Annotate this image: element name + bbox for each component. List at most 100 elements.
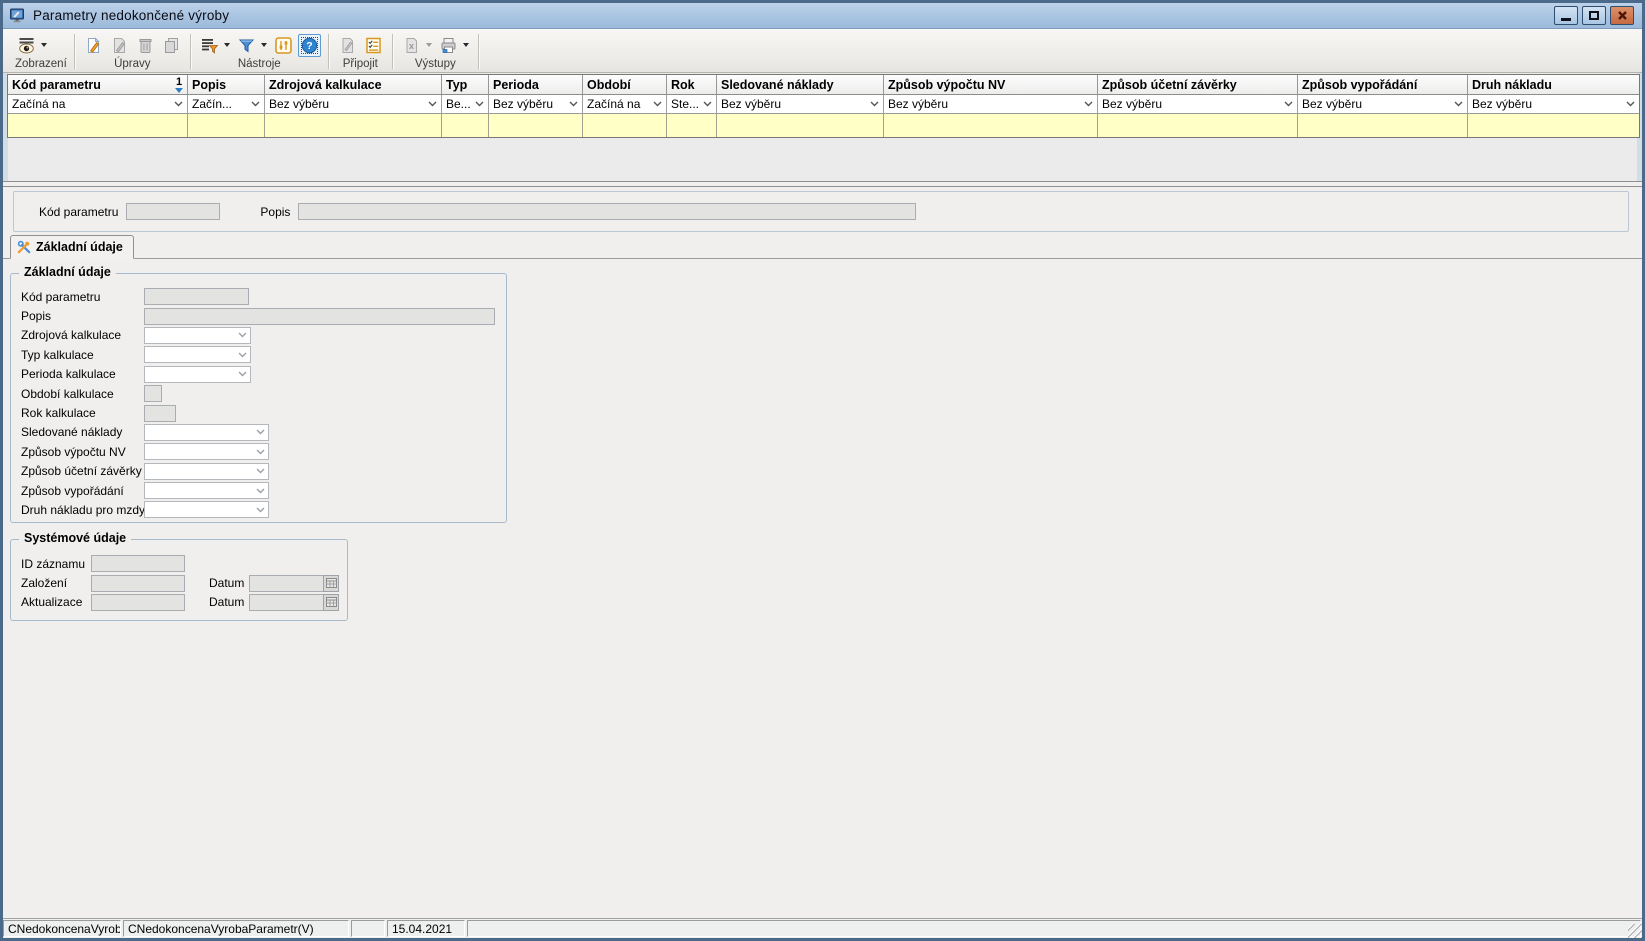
zdrojova-kalkulace-combo[interactable] (144, 327, 251, 344)
attachments-list-button[interactable] (362, 34, 385, 57)
auto-filter-dropdown-arrow-icon[interactable] (224, 43, 230, 47)
popis-header-input[interactable] (298, 203, 916, 220)
column-header-zdrojova-kalkulace[interactable]: Zdrojová kalkulace (265, 75, 442, 95)
filter-funnel-icon (238, 37, 255, 54)
rok-kalkulace-field[interactable] (144, 405, 176, 422)
perioda-kalkulace-combo[interactable] (144, 366, 251, 383)
filter-dropdown-zpusob-ucetni-zaverky[interactable]: Bez výběru (1098, 95, 1298, 114)
print-dropdown-arrow-icon[interactable] (463, 43, 469, 47)
kod-parametru-field[interactable] (144, 288, 249, 305)
column-header-typ[interactable]: Typ (442, 75, 489, 95)
popis-field[interactable] (144, 308, 495, 325)
druh-nakladu-pro-mzdy-combo[interactable] (144, 501, 269, 518)
filter-input-cell[interactable] (1098, 114, 1298, 137)
filter-dropdown-druh-nakladu[interactable]: Bez výběru (1468, 95, 1639, 114)
filter-button[interactable] (235, 34, 258, 57)
zalozeni-datum-field[interactable] (249, 575, 339, 592)
filter-input-cell[interactable] (1298, 114, 1468, 137)
column-header-obdobi[interactable]: Období (583, 75, 667, 95)
calendar-button[interactable] (323, 575, 339, 592)
export-dropdown-arrow-icon[interactable] (426, 43, 432, 47)
edit-record-button[interactable] (108, 34, 131, 57)
attach-button[interactable] (336, 34, 359, 57)
minimize-button[interactable] (1554, 6, 1578, 25)
sledovane-naklady-combo[interactable] (144, 424, 269, 441)
column-header-zpusob-vyporadani[interactable]: Způsob vypořádání (1298, 75, 1468, 95)
toolbar-group-label: Výstupy (400, 58, 471, 71)
help-icon: ? (301, 37, 318, 54)
filter-dropdown-typ[interactable]: Be... (442, 95, 489, 114)
zpusob-vyporadani-combo[interactable] (144, 482, 269, 499)
view-dropdown-arrow-icon[interactable] (41, 43, 47, 47)
close-button[interactable] (1610, 6, 1634, 25)
export-button[interactable]: x (400, 34, 423, 57)
delete-record-button[interactable] (134, 34, 157, 57)
column-header-zpusob-vypoctu-nv[interactable]: Způsob výpočtu NV (884, 75, 1098, 95)
auto-filter-button[interactable] (198, 34, 221, 57)
filter-input-cell[interactable] (583, 114, 667, 137)
column-header-kod-parametru[interactable]: Kód parametru 1 (8, 75, 188, 95)
column-header-popis[interactable]: Popis (188, 75, 265, 95)
toolbar-separator (74, 34, 75, 69)
filter-input-cell[interactable] (8, 114, 188, 137)
filter-input-cell[interactable] (667, 114, 717, 137)
filter-dropdown-rok[interactable]: Ste... (667, 95, 717, 114)
zalozeni-field[interactable] (91, 575, 185, 592)
filter-dropdown-perioda[interactable]: Bez výběru (489, 95, 583, 114)
column-header-perioda[interactable]: Perioda (489, 75, 583, 95)
filter-dropdown-arrow-icon[interactable] (261, 43, 267, 47)
statusbar: CNedokoncenaVyrobaPa CNedokoncenaVyrobaP… (3, 918, 1642, 938)
close-icon (1617, 10, 1628, 21)
print-button[interactable] (437, 34, 460, 57)
field-label: Zdrojová kalkulace (21, 328, 144, 342)
column-header-druh-nakladu[interactable]: Druh nákladu (1468, 75, 1639, 95)
attachment-list-icon (365, 37, 382, 54)
toolbar-group-label: Úpravy (82, 58, 183, 71)
aktualizace-field[interactable] (91, 594, 185, 611)
resize-grip[interactable] (1628, 924, 1642, 938)
field-label: Sledované náklady (21, 425, 144, 439)
filter-dropdown-zdrojova-kalkulace[interactable]: Bez výběru (265, 95, 442, 114)
filter-input-cell[interactable] (442, 114, 489, 137)
group-zakladni-udaje: Základní údaje Kód parametru Popis Zdroj… (10, 273, 507, 523)
id-zaznamu-field[interactable] (91, 555, 185, 572)
column-header-zpusob-ucetni-zaverky[interactable]: Způsob účetní závěrky (1098, 75, 1298, 95)
field-label: Založení (21, 576, 91, 590)
kod-parametru-header-input[interactable] (126, 203, 220, 220)
settings-button[interactable] (272, 34, 295, 57)
column-header-sledovane-naklady[interactable]: Sledované náklady (717, 75, 884, 95)
filter-dropdown-kod-parametru[interactable]: Začíná na (8, 95, 188, 114)
filter-input-cell[interactable] (265, 114, 442, 137)
view-button[interactable] (15, 34, 38, 57)
zpusob-vypoctu-nv-combo[interactable] (144, 443, 269, 460)
calendar-button[interactable] (323, 594, 339, 611)
filter-dropdown-obdobi[interactable]: Začíná na (583, 95, 667, 114)
obdobi-kalkulace-field[interactable] (144, 385, 162, 402)
tab-zakladni-udaje[interactable]: Základní údaje (10, 235, 134, 259)
copy-record-button[interactable] (160, 34, 183, 57)
zpusob-ucetni-zaverky-combo[interactable] (144, 463, 269, 480)
filter-dropdown-zpusob-vypoctu-nv[interactable]: Bez výběru (884, 95, 1098, 114)
filter-input-cell[interactable] (884, 114, 1098, 137)
filter-input-cell[interactable] (717, 114, 884, 137)
new-record-button[interactable] (82, 34, 105, 57)
aktualizace-datum-field[interactable] (249, 594, 339, 611)
filter-input-cell[interactable] (1468, 114, 1639, 137)
group-title: Systémové údaje (19, 531, 131, 545)
maximize-button[interactable] (1582, 6, 1606, 25)
filter-input-cell[interactable] (188, 114, 265, 137)
typ-kalkulace-combo[interactable] (144, 346, 251, 363)
filter-dropdown-popis[interactable]: Začín... (188, 95, 265, 114)
chevron-down-icon (256, 449, 265, 455)
field-label: Perioda kalkulace (21, 367, 144, 381)
filter-input-cell[interactable] (489, 114, 583, 137)
toolbar-separator (478, 34, 479, 69)
chevron-down-icon (256, 488, 265, 494)
statusbar-date: 15.04.2021 (387, 920, 465, 937)
column-header-rok[interactable]: Rok (667, 75, 717, 95)
help-button[interactable]: ? (298, 34, 321, 57)
filter-dropdown-sledovane-naklady[interactable]: Bez výběru (717, 95, 884, 114)
export-document-icon: x (403, 37, 420, 54)
window-title: Parametry nedokončené výroby (33, 8, 229, 23)
filter-dropdown-zpusob-vyporadani[interactable]: Bez výběru (1298, 95, 1468, 114)
